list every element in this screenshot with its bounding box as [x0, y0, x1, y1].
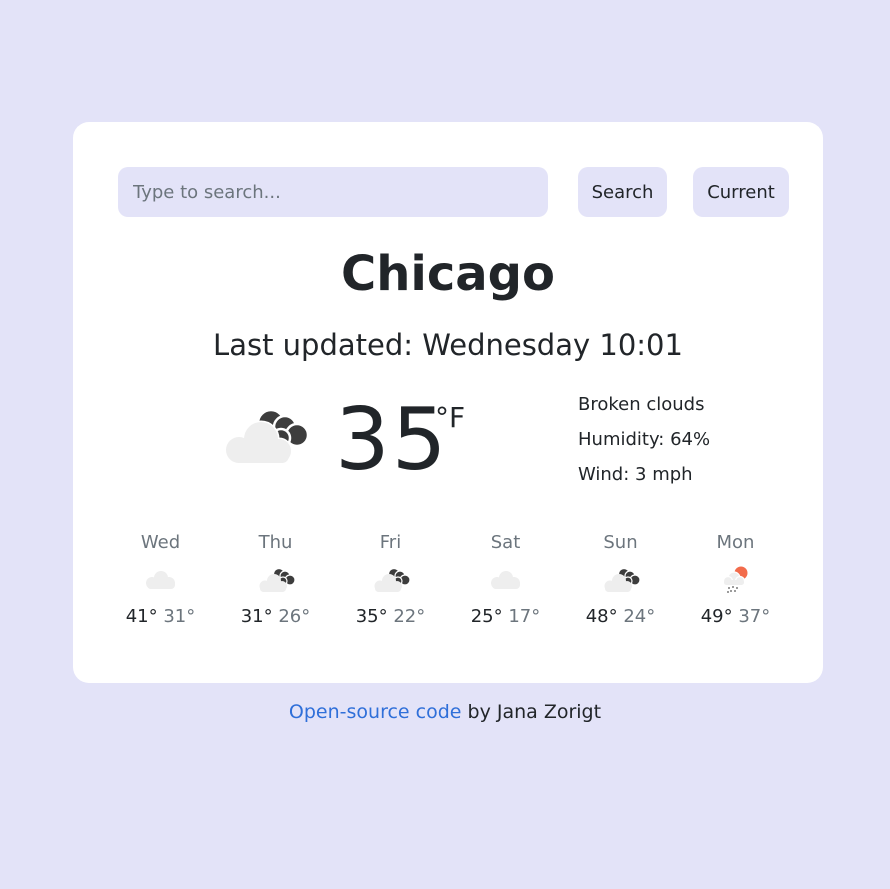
forecast-day: Fri 35° 22°	[333, 530, 448, 630]
broken-clouds-icon	[219, 405, 311, 471]
forecast-day: Sun 48° 24°	[563, 530, 678, 630]
forecast-temps: 31° 26°	[218, 604, 333, 630]
forecast-max: 25°	[470, 606, 503, 627]
forecast-max: 35°	[355, 606, 388, 627]
forecast-min: 24°	[623, 606, 656, 627]
forecast-day-name: Sat	[490, 532, 521, 553]
forecast-temps: 41° 31°	[103, 604, 218, 630]
footer: Open-source code by Jana Zorigt	[0, 699, 890, 725]
forecast-min: 37°	[738, 606, 771, 627]
forecast-day-name: Wed	[140, 532, 181, 553]
forecast-day-name: Fri	[379, 532, 402, 553]
few-clouds-icon	[103, 556, 218, 604]
forecast-day-name: Mon	[716, 532, 755, 553]
forecast-min: 22°	[393, 606, 426, 627]
forecast-temps: 49° 37°	[678, 604, 793, 630]
weather-card: Search Current Chicago Last updated: Wed…	[73, 122, 823, 683]
forecast-temps: 35° 22°	[333, 604, 448, 630]
forecast: Wed 41° 31° Thu 31° 26° Fri 35° 22° Sat …	[103, 530, 793, 630]
footer-author: by Jana Zorigt	[461, 701, 602, 723]
forecast-day: Sat 25° 17°	[448, 530, 563, 630]
broken-clouds-icon	[218, 556, 333, 604]
forecast-min: 31°	[163, 606, 196, 627]
few-clouds-icon	[448, 556, 563, 604]
temperature-unit: °F	[435, 401, 466, 434]
broken-clouds-icon	[333, 556, 448, 604]
weather-description: Broken clouds	[578, 394, 705, 415]
forecast-min: 26°	[278, 606, 311, 627]
last-updated: Last updated: Wednesday 10:01	[213, 328, 683, 362]
forecast-day-name: Sun	[603, 532, 638, 553]
current-location-button[interactable]: Current	[693, 167, 789, 217]
humidity: Humidity: 64%	[578, 429, 711, 450]
source-code-link[interactable]: Open-source code	[289, 701, 462, 723]
forecast-day: Mon 49° 37°	[678, 530, 793, 630]
search-button[interactable]: Search	[578, 167, 667, 217]
forecast-max: 48°	[585, 606, 618, 627]
rain-sun-icon	[678, 556, 793, 604]
broken-clouds-icon	[563, 556, 678, 604]
forecast-max: 41°	[125, 606, 158, 627]
search-input[interactable]	[118, 167, 548, 217]
wind-speed: Wind: 3 mph	[578, 464, 693, 485]
current-temperature: 35	[335, 390, 449, 490]
forecast-day-name: Thu	[258, 532, 293, 553]
forecast-min: 17°	[508, 606, 541, 627]
forecast-temps: 25° 17°	[448, 604, 563, 630]
forecast-max: 31°	[240, 606, 273, 627]
forecast-day: Thu 31° 26°	[218, 530, 333, 630]
forecast-temps: 48° 24°	[563, 604, 678, 630]
forecast-max: 49°	[700, 606, 733, 627]
city-name: Chicago	[340, 246, 556, 302]
forecast-day: Wed 41° 31°	[103, 530, 218, 630]
